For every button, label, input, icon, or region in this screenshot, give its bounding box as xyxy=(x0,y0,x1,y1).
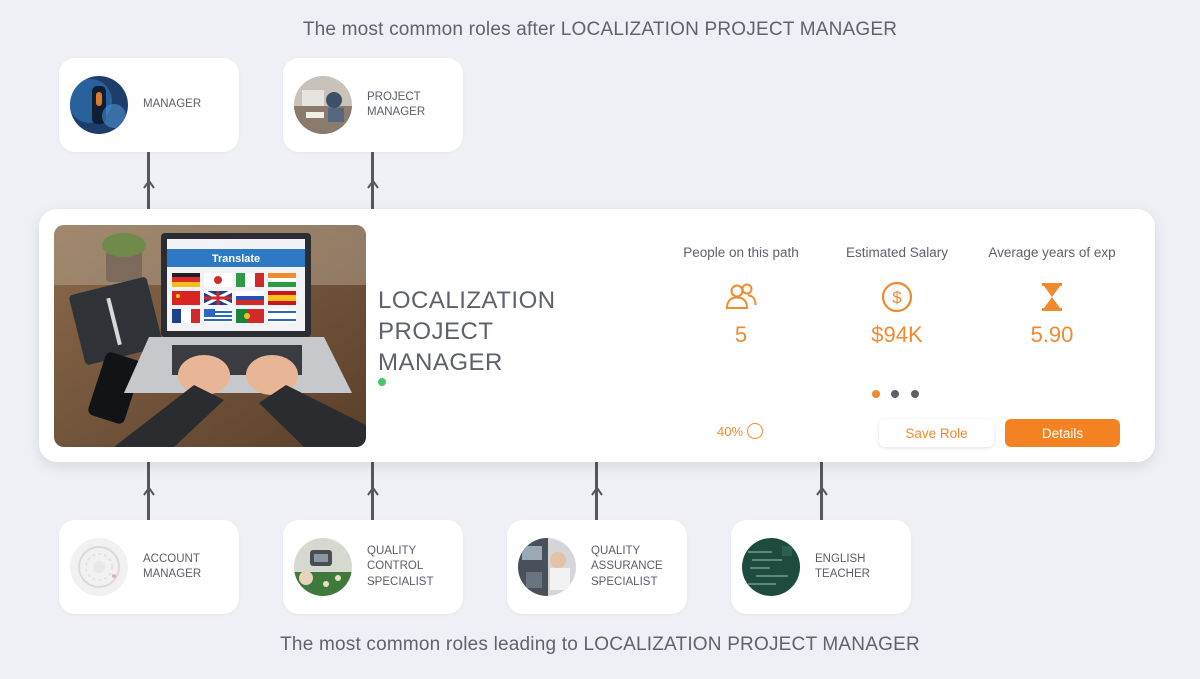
previous-role-label: ACCOUNT MANAGER xyxy=(143,552,202,581)
previous-role-label: ENGLISH TEACHER xyxy=(815,552,870,581)
role-title: LOCALIZATION PROJECT MANAGER xyxy=(378,287,556,376)
next-role-label: PROJECT MANAGER xyxy=(367,90,426,119)
arrow-up-icon xyxy=(367,486,379,496)
stat-average-experience: Average years of exp 5.90 xyxy=(972,245,1132,348)
arrow-up-icon xyxy=(143,486,155,496)
next-roles-heading: The most common roles after LOCALIZATION… xyxy=(302,19,898,40)
save-role-button[interactable]: Save Role xyxy=(879,419,994,447)
dollar-circle-icon: $ xyxy=(880,280,914,314)
next-role-card-manager[interactable]: MANAGER xyxy=(59,58,239,152)
banner-translate-text: Translate xyxy=(212,253,260,265)
carousel-dot-1[interactable] xyxy=(872,390,880,398)
carousel-dot-3[interactable] xyxy=(911,390,919,398)
arrow-up-icon xyxy=(591,486,603,496)
stat-value: 5 xyxy=(734,322,748,347)
previous-role-label: QUALITY ASSURANCE SPECIALIST xyxy=(591,544,663,588)
next-role-label: MANAGER xyxy=(143,98,202,111)
previous-role-card-quality-assurance[interactable]: QUALITY ASSURANCE SPECIALIST xyxy=(507,520,687,614)
english-teacher-photo xyxy=(742,538,800,596)
arrow-up-icon xyxy=(367,179,379,189)
stat-label: People on this path xyxy=(683,245,799,260)
role-hero-image: Translate xyxy=(54,225,366,447)
arrow-up-icon xyxy=(816,486,828,496)
stat-label: Estimated Salary xyxy=(845,245,949,260)
previous-role-card-english-teacher[interactable]: ENGLISH TEACHER xyxy=(731,520,911,614)
project-manager-photo xyxy=(294,76,352,134)
stat-value: $94K xyxy=(871,322,923,347)
current-role-card: Translate LOCALIZATION PROJECT MANAGER P… xyxy=(39,209,1155,462)
match-percent-value: 40% xyxy=(717,423,744,439)
previous-roles-heading: The most common roles leading to LOCALIZ… xyxy=(280,634,920,655)
manager-photo xyxy=(70,76,128,134)
carousel-dot-2[interactable] xyxy=(891,390,899,398)
match-percent: 40% xyxy=(717,423,764,439)
stat-value: 5.90 xyxy=(1030,322,1074,347)
previous-role-card-account-manager[interactable]: ACCOUNT MANAGER xyxy=(59,520,239,614)
svg-text:$: $ xyxy=(892,288,902,307)
people-icon xyxy=(724,280,758,314)
details-button[interactable]: Details xyxy=(1005,419,1120,447)
quality-assurance-photo xyxy=(518,538,576,596)
progress-ring-icon xyxy=(747,423,764,439)
status-dot xyxy=(378,378,386,386)
next-role-card-project-manager[interactable]: PROJECT MANAGER xyxy=(283,58,463,152)
previous-role-card-quality-control[interactable]: QUALITY CONTROL SPECIALIST xyxy=(283,520,463,614)
account-manager-photo xyxy=(70,538,128,596)
stat-people-on-path: People on this path 5 xyxy=(661,245,821,348)
arrow-up-icon xyxy=(143,179,155,189)
quality-control-photo xyxy=(294,538,352,596)
previous-role-label: QUALITY CONTROL SPECIALIST xyxy=(367,544,434,588)
stat-estimated-salary: Estimated Salary $ $94K xyxy=(817,245,977,348)
stat-label: Average years of exp xyxy=(988,245,1116,260)
hourglass-icon xyxy=(1035,280,1069,314)
